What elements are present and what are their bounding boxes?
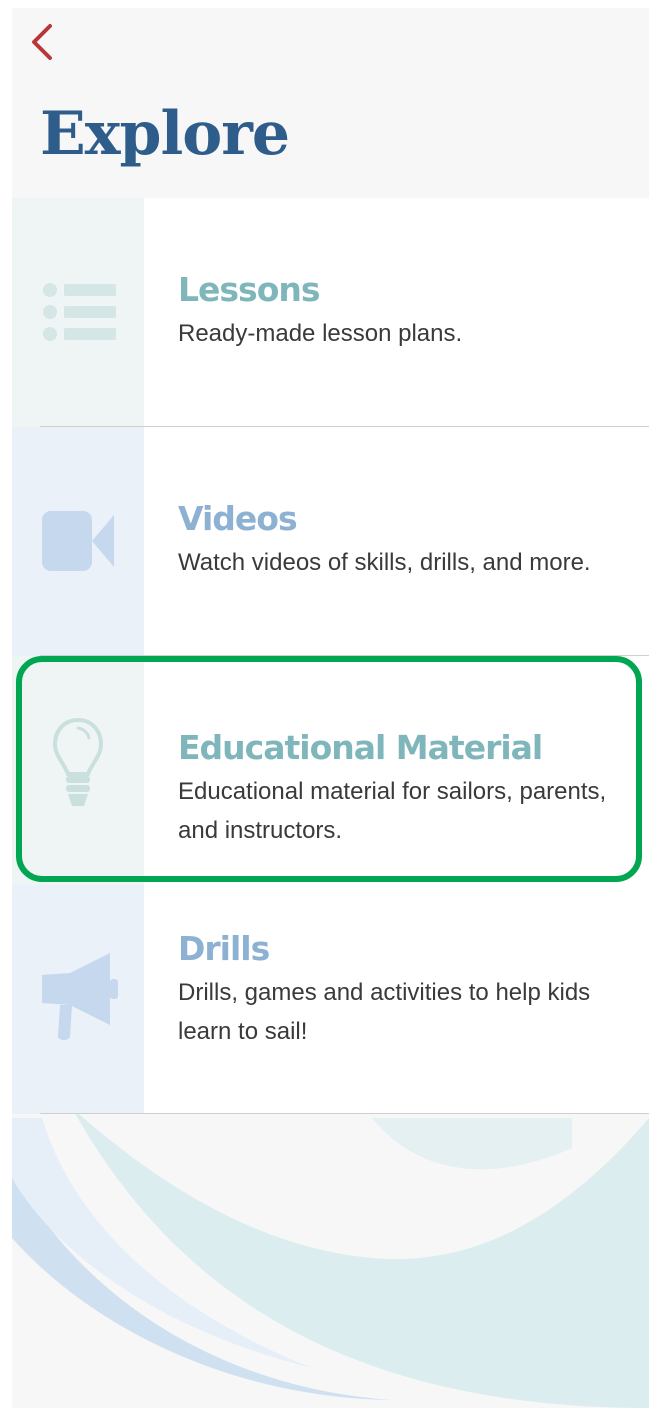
menu-item-title: Drills — [178, 929, 270, 968]
menu-item-title: Educational Material — [178, 728, 543, 767]
chevron-left-icon — [32, 24, 52, 60]
menu-item-description: Drills, games and activities to help kid… — [178, 979, 591, 1045]
wave-arc — [372, 1118, 572, 1170]
menu-item-videos[interactable]: Videos Watch videos of skills, drills, a… — [12, 427, 649, 656]
divider — [40, 1113, 649, 1114]
megaphone-icon — [42, 953, 118, 1040]
menu-list: Lessons Ready-made lesson plans. Videos … — [12, 198, 649, 1114]
back-button[interactable] — [24, 16, 58, 64]
menu-item-description: Ready-made lesson plans. — [178, 320, 463, 347]
screen: Explore Lessons Ready-made lesson plans. — [0, 0, 649, 1412]
video-camera-icon — [42, 511, 114, 571]
menu-item-drills[interactable]: Drills Drills, games and activities to h… — [12, 885, 649, 1114]
list-icon — [43, 283, 116, 341]
menu-item-description: Watch videos of skills, drills, and more… — [178, 549, 591, 576]
lightbulb-icon — [52, 717, 104, 806]
menu-item-title: Lessons — [178, 270, 320, 309]
explore-screen: Explore Lessons Ready-made lesson plans. — [12, 8, 649, 1408]
menu-item-educational-material[interactable]: Educational Material Educational materia… — [12, 656, 649, 885]
menu-item-title: Videos — [178, 499, 298, 538]
page-title: Explore — [40, 99, 290, 169]
header: Explore — [12, 8, 649, 198]
menu-item-lessons[interactable]: Lessons Ready-made lesson plans. — [12, 198, 649, 427]
menu-item-description: Educational material for sailors, parent… — [178, 778, 607, 844]
wave-large — [72, 1108, 649, 1408]
